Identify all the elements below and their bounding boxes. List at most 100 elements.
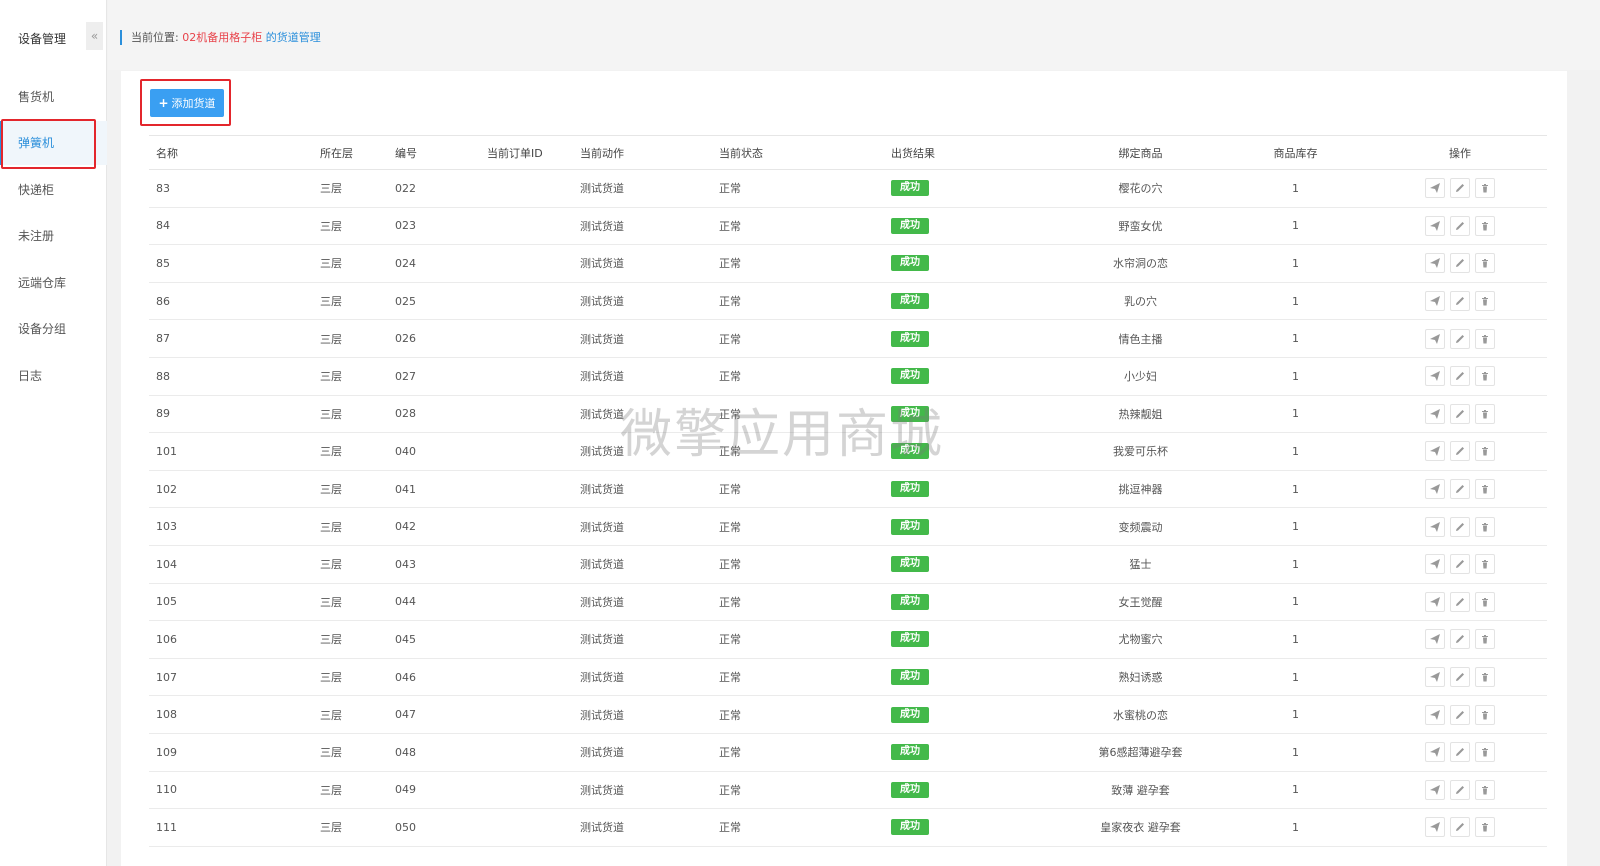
delete-button[interactable] (1475, 366, 1495, 387)
edit-button[interactable] (1450, 591, 1470, 612)
send-button[interactable] (1425, 215, 1445, 236)
sidebar-item-spring-machine[interactable]: 弹簧机 (0, 121, 107, 165)
edit-button[interactable] (1450, 253, 1470, 274)
result-badge: 成功 (891, 255, 929, 272)
edit-button[interactable] (1450, 667, 1470, 688)
send-icon (1430, 634, 1440, 645)
result-badge: 成功 (891, 518, 929, 535)
send-button[interactable] (1425, 178, 1445, 199)
cell-product: 女王觉醒 (1063, 583, 1218, 622)
send-button[interactable] (1425, 403, 1445, 424)
send-icon (1430, 183, 1440, 194)
delete-icon (1480, 634, 1490, 644)
delete-icon (1480, 785, 1490, 795)
cell-product: 致薄 避孕套 (1063, 771, 1218, 810)
delete-button[interactable] (1475, 554, 1495, 575)
delete-button[interactable] (1475, 817, 1495, 838)
cell-layer: 三层 (320, 432, 395, 471)
delete-button[interactable] (1475, 479, 1495, 500)
cell-ops (1373, 207, 1547, 246)
sidebar-item-vending[interactable]: 售货机 (0, 75, 107, 119)
sidebar-item-device-groups[interactable]: 设备分组 (0, 307, 107, 351)
sidebar-item-locker[interactable]: 快递柜 (0, 168, 107, 212)
add-channel-button[interactable]: + 添加货道 (150, 89, 224, 117)
delete-button[interactable] (1475, 704, 1495, 725)
delete-button[interactable] (1475, 629, 1495, 650)
send-button[interactable] (1425, 779, 1445, 800)
edit-button[interactable] (1450, 403, 1470, 424)
cell-layer: 三层 (320, 507, 395, 546)
edit-button[interactable] (1450, 779, 1470, 800)
collapse-sidebar-button[interactable]: « (86, 22, 103, 50)
send-button[interactable] (1425, 742, 1445, 763)
delete-button[interactable] (1475, 328, 1495, 349)
send-button[interactable] (1425, 629, 1445, 650)
edit-button[interactable] (1450, 817, 1470, 838)
edit-button[interactable] (1450, 629, 1470, 650)
edit-icon (1455, 409, 1465, 419)
send-button[interactable] (1425, 479, 1445, 500)
send-button[interactable] (1425, 253, 1445, 274)
edit-button[interactable] (1450, 479, 1470, 500)
sidebar-item-logs[interactable]: 日志 (0, 354, 107, 398)
delete-icon (1480, 747, 1490, 757)
col-header-status: 当前状态 (719, 135, 891, 170)
result-badge: 成功 (891, 368, 929, 385)
delete-button[interactable] (1475, 403, 1495, 424)
delete-button[interactable] (1475, 291, 1495, 312)
edit-button[interactable] (1450, 215, 1470, 236)
send-button[interactable] (1425, 704, 1445, 725)
cell-ops (1373, 357, 1547, 396)
cell-layer: 三层 (320, 169, 395, 208)
delete-button[interactable] (1475, 178, 1495, 199)
send-button[interactable] (1425, 291, 1445, 312)
breadcrumb-device[interactable]: 02机备用格子柜 (182, 31, 262, 44)
cell-code: 023 (395, 207, 487, 246)
send-button[interactable] (1425, 516, 1445, 537)
cell-action: 测试货道 (580, 658, 719, 697)
edit-button[interactable] (1450, 441, 1470, 462)
delete-button[interactable] (1475, 591, 1495, 612)
breadcrumb-label: 当前位置: (131, 31, 179, 44)
delete-button[interactable] (1475, 215, 1495, 236)
send-button[interactable] (1425, 366, 1445, 387)
send-button[interactable] (1425, 591, 1445, 612)
edit-button[interactable] (1450, 516, 1470, 537)
edit-button[interactable] (1450, 328, 1470, 349)
cell-layer: 三层 (320, 733, 395, 772)
table-row: 85 三层 024 测试货道 正常 成功 水帘洞の恋 1 (149, 244, 1547, 283)
send-button[interactable] (1425, 817, 1445, 838)
edit-button[interactable] (1450, 366, 1470, 387)
cell-name: 89 (149, 395, 320, 434)
delete-button[interactable] (1475, 441, 1495, 462)
delete-button[interactable] (1475, 779, 1495, 800)
cell-layer: 三层 (320, 695, 395, 734)
cell-order-id (487, 357, 580, 396)
result-badge: 成功 (891, 781, 929, 798)
sidebar-item-remote-warehouse[interactable]: 远端仓库 (0, 261, 107, 305)
result-badge: 成功 (891, 819, 929, 836)
send-button[interactable] (1425, 554, 1445, 575)
delete-button[interactable] (1475, 253, 1495, 274)
sidebar-item-unregistered[interactable]: 未注册 (0, 214, 107, 258)
delete-button[interactable] (1475, 667, 1495, 688)
send-button[interactable] (1425, 667, 1445, 688)
send-icon (1430, 484, 1440, 495)
edit-button[interactable] (1450, 742, 1470, 763)
send-button[interactable] (1425, 328, 1445, 349)
edit-button[interactable] (1450, 178, 1470, 199)
edit-button[interactable] (1450, 704, 1470, 725)
delete-button[interactable] (1475, 742, 1495, 763)
col-header-stock: 商品库存 (1218, 135, 1373, 170)
edit-icon (1455, 296, 1465, 306)
cell-ops (1373, 771, 1547, 810)
cell-stock: 1 (1218, 357, 1373, 396)
delete-button[interactable] (1475, 516, 1495, 537)
sidebar: 设备管理 « 售货机 弹簧机 快递柜 未注册 远端仓库 设备分组 日志 (0, 0, 107, 866)
send-button[interactable] (1425, 441, 1445, 462)
cell-ops (1373, 620, 1547, 659)
cell-order-id (487, 470, 580, 509)
edit-button[interactable] (1450, 554, 1470, 575)
cell-ops (1373, 808, 1547, 847)
edit-button[interactable] (1450, 291, 1470, 312)
